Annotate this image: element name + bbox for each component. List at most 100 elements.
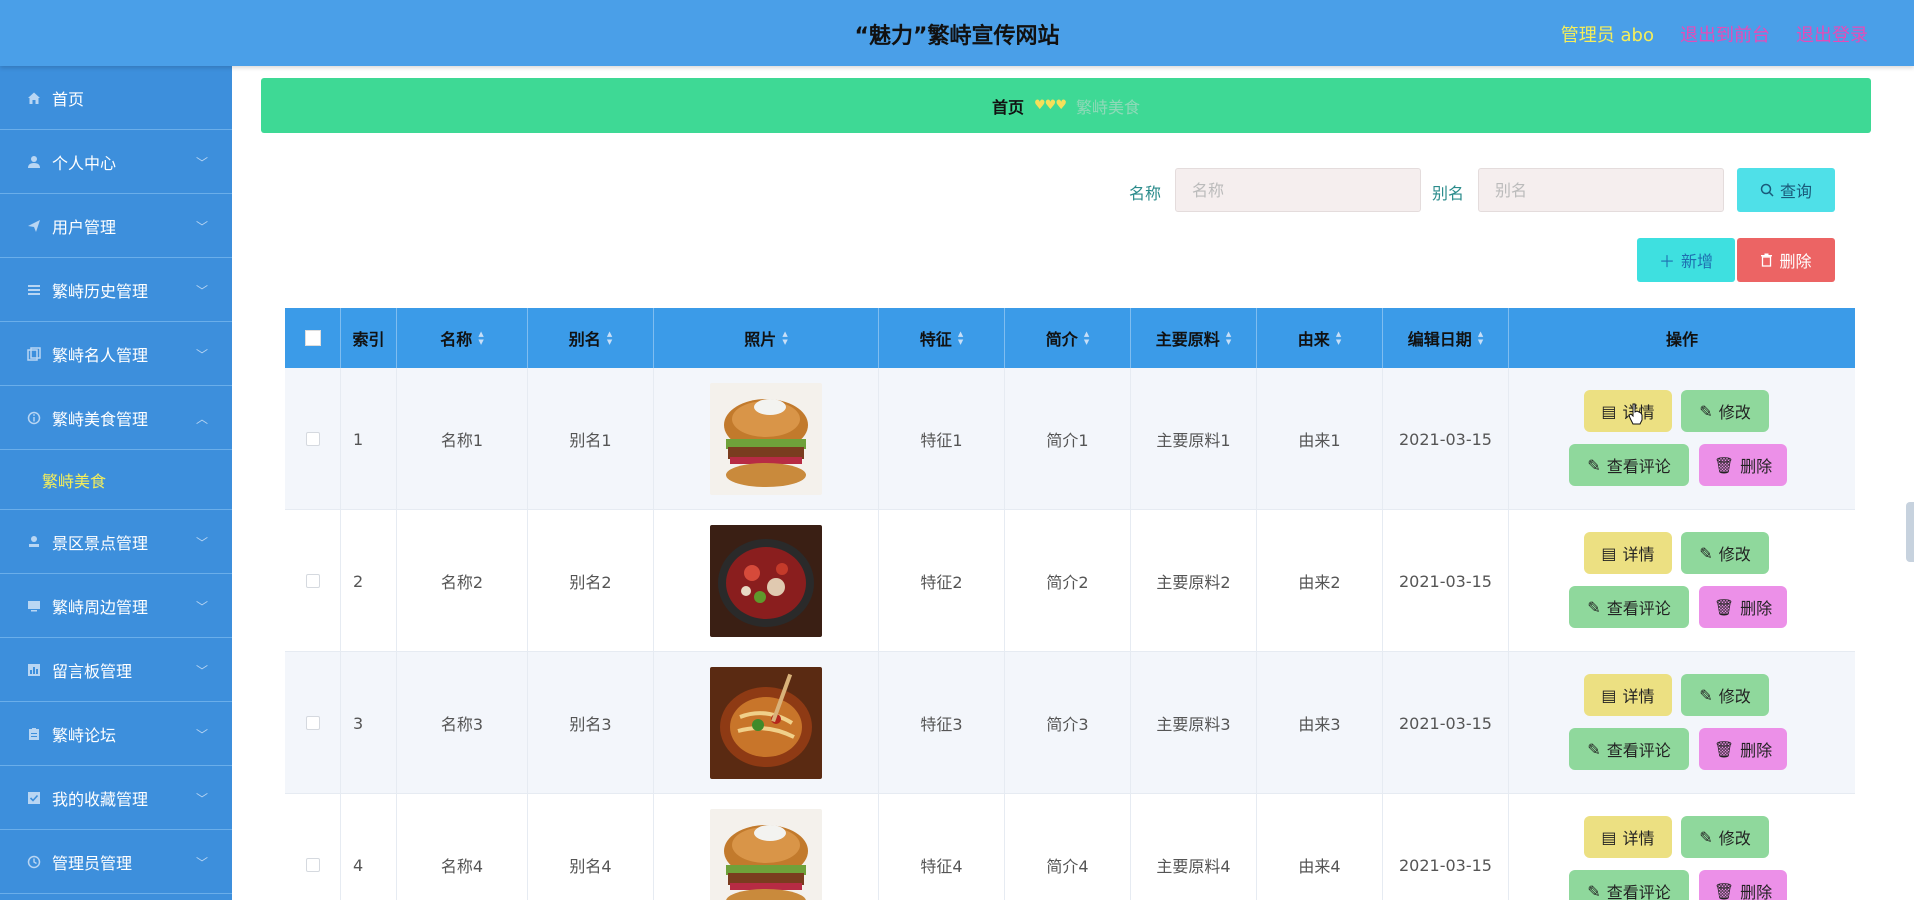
intro-cell: 简介2 [1005, 510, 1131, 652]
logout-link[interactable]: 退出登录 [1796, 21, 1868, 47]
pencil-icon: ✎ [1587, 739, 1601, 759]
sidebar-item-user-management[interactable]: 用户管理 ﹀ [0, 194, 232, 258]
sidebar-item-personal-center[interactable]: 个人中心 ﹀ [0, 130, 232, 194]
view-comments-button[interactable]: ✎ 查看评论 [1569, 444, 1689, 486]
column-photo[interactable]: 照片 ▲ ▼ [654, 308, 879, 368]
chart-icon [26, 662, 42, 678]
add-button-label: 新增 [1681, 252, 1714, 271]
edit-button[interactable]: ✎ 修改 [1681, 390, 1769, 432]
alias-cell: 别名1 [528, 368, 654, 510]
scrollbar-thumb[interactable] [1906, 502, 1914, 562]
sidebar-item-food-management[interactable]: 繁峙美食管理 ︿ [0, 386, 232, 450]
sidebar-item-admin-management[interactable]: 管理员管理 ﹀ [0, 830, 232, 894]
chevron-down-icon: ﹀ [195, 664, 208, 678]
sidebar-item-label: 繁峙美食管理 [52, 409, 149, 429]
sort-icon: ▲ ▼ [478, 330, 484, 346]
row-checkbox[interactable] [305, 716, 320, 730]
sidebar-item-label: 繁峙历史管理 [52, 281, 149, 301]
food-photo-burger [710, 809, 822, 900]
column-feature[interactable]: 特征 ▲ ▼ [879, 308, 1005, 368]
feature-cell: 特征1 [879, 368, 1005, 510]
pencil-icon: ✎ [1699, 401, 1713, 421]
chevron-down-icon: ﹀ [195, 284, 208, 298]
header-links: 管理员 abo 退出到前台 退出登录 [1561, 21, 1868, 47]
sort-icon: ▲ ▼ [1477, 330, 1484, 346]
document-icon: ▤ [1601, 827, 1617, 847]
feature-cell: 特征4 [879, 794, 1005, 900]
edit-button[interactable]: ✎ 修改 [1681, 816, 1769, 858]
feature-cell: 特征3 [879, 652, 1005, 794]
add-button[interactable]: ＋ 新增 [1637, 238, 1735, 282]
sidebar-item-surroundings-management[interactable]: 繁峙周边管理 ﹀ [0, 574, 232, 638]
delete-button[interactable]: 🗑 删除 [1699, 586, 1787, 628]
detail-button[interactable]: ▤详情 [1584, 816, 1672, 858]
query-button[interactable]: 查询 [1737, 168, 1835, 212]
heart-separator-icon: ♥♥♥ [1034, 98, 1067, 113]
intro-cell: 简介1 [1005, 368, 1131, 510]
document-icon: ▤ [1601, 401, 1617, 421]
sidebar-item-label: 管理员管理 [52, 853, 133, 873]
chevron-up-icon: ︿ [195, 412, 208, 426]
name-search-label: 名称 [1129, 184, 1162, 203]
detail-button[interactable]: ▤详情 [1584, 532, 1672, 574]
breadcrumb-home[interactable]: 首页 [992, 94, 1024, 118]
send-icon [26, 218, 42, 234]
sidebar-item-history-management[interactable]: 繁峙历史管理 ﹀ [0, 258, 232, 322]
row-checkbox[interactable] [305, 574, 320, 588]
alias-search-input[interactable] [1478, 168, 1724, 212]
chevron-down-icon: ﹀ [195, 348, 208, 362]
sidebar-item-forum[interactable]: 繁峙论坛 ﹀ [0, 702, 232, 766]
sort-icon: ▲ ▼ [606, 330, 613, 346]
name-search-input[interactable] [1175, 168, 1421, 212]
sidebar-item-favorites-management[interactable]: 我的收藏管理 ﹀ [0, 766, 232, 830]
delete-button[interactable]: 🗑 删除 [1699, 870, 1787, 900]
actions-cell: ▤详情 ✎修改 ✎查看评论 🗑删除 [1509, 794, 1846, 900]
detail-button[interactable]: ▤详情 [1584, 674, 1672, 716]
edit-button[interactable]: ✎ 修改 [1681, 674, 1769, 716]
batch-delete-button[interactable]: 删除 [1737, 238, 1835, 282]
sidebar: 首页 个人中心 ﹀ 用户管理 ﹀ 繁峙历史管理 ﹀ 繁峙名人管理 ﹀ 繁峙美食管… [0, 66, 232, 900]
column-ingredient[interactable]: 主要原料 ▲ ▼ [1131, 308, 1257, 368]
index-cell: 1 [341, 368, 397, 510]
column-intro[interactable]: 简介 ▲ ▼ [1005, 308, 1131, 368]
edit-button[interactable]: ✎ 修改 [1681, 532, 1769, 574]
column-actions: 操作 [1665, 330, 1698, 349]
column-edit-date[interactable]: 编辑日期 ▲ ▼ [1383, 308, 1509, 368]
sidebar-item-label: 繁峙论坛 [52, 725, 117, 745]
exit-to-front-link[interactable]: 退出到前台 [1680, 21, 1770, 47]
sidebar-subitem-food[interactable]: 繁峙美食 [0, 450, 232, 510]
photo-cell [654, 368, 879, 510]
sort-icon: ▲ ▼ [1083, 330, 1090, 346]
column-origin[interactable]: 由来 ▲ ▼ [1257, 308, 1383, 368]
select-all-checkbox[interactable] [304, 330, 321, 346]
sidebar-item-label: 用户管理 [52, 217, 117, 237]
sort-icon: ▲ ▼ [782, 330, 788, 346]
row-checkbox[interactable] [305, 858, 320, 872]
index-cell: 2 [341, 510, 397, 652]
table-row: 3 名称3 别名3 特征3 简介3 主要原料3 由来3 2021-03-15 ▤… [285, 652, 1855, 794]
sidebar-item-celebrity-management[interactable]: 繁峙名人管理 ﹀ [0, 322, 232, 386]
sidebar-item-scenic-management[interactable]: 景区景点管理 ﹀ [0, 510, 232, 574]
food-photo-hotpot [710, 525, 822, 637]
date-cell: 2021-03-15 [1383, 794, 1509, 900]
date-cell: 2021-03-15 [1383, 368, 1509, 510]
view-comments-button[interactable]: ✎ 查看评论 [1569, 870, 1689, 900]
row-checkbox[interactable] [305, 432, 320, 446]
sidebar-item-home[interactable]: 首页 [0, 66, 232, 130]
user-icon [26, 154, 42, 170]
alias-cell: 别名2 [528, 510, 654, 652]
row-select-cell [285, 794, 341, 900]
delete-button[interactable]: 🗑 删除 [1699, 444, 1787, 486]
column-alias[interactable]: 别名 ▲ ▼ [528, 308, 654, 368]
sidebar-item-label: 繁峙周边管理 [52, 597, 149, 617]
home-icon [26, 90, 42, 106]
delete-button[interactable]: 🗑 删除 [1699, 728, 1787, 770]
chevron-down-icon: ﹀ [195, 792, 208, 806]
sidebar-item-message-board[interactable]: 留言板管理 ﹀ [0, 638, 232, 702]
column-name[interactable]: 名称 ▲ ▼ [397, 308, 528, 368]
view-comments-button[interactable]: ✎ 查看评论 [1569, 728, 1689, 770]
table-header: 索引 名称 ▲ ▼ 别名 ▲ ▼ 照片 ▲ ▼ 特征 ▲ ▼ 简介 ▲ ▼ 主要原料 ▲ ▼ 由来 ▲ ▼ … [285, 308, 1855, 368]
view-comments-button[interactable]: ✎ 查看评论 [1569, 586, 1689, 628]
date-cell: 2021-03-15 [1383, 652, 1509, 794]
date-cell: 2021-03-15 [1383, 510, 1509, 652]
